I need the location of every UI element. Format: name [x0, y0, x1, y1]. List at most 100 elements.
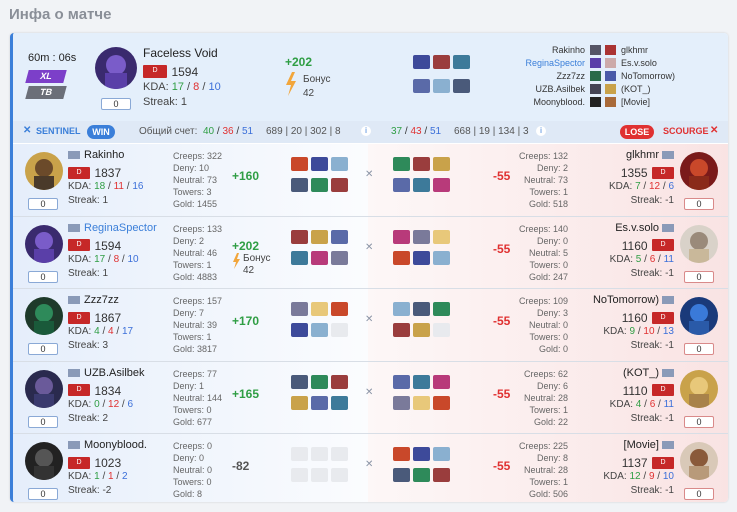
- item-icon: [291, 447, 308, 461]
- item-icon: [433, 250, 450, 265]
- sentinel-kda: KDA: 1 / 1 / 2: [68, 471, 128, 482]
- scourge-hero-portrait: [680, 224, 718, 263]
- scourge-streak: Streak: -1: [630, 412, 674, 424]
- item-icon: [331, 229, 348, 244]
- item-icon: [331, 323, 348, 337]
- scourge-player-name[interactable]: [Movie]: [573, 439, 659, 451]
- item-icon: [413, 157, 430, 171]
- sentinel-stats: Creeps: 133 Deny: 2 Neutral: 46 Towers: 1 Go…: [173, 223, 223, 282]
- item-icon: [393, 395, 410, 410]
- sentinel-zero-box: 0: [28, 343, 58, 355]
- scourge-zero-box: 0: [684, 488, 714, 500]
- flag-icon: D: [652, 311, 674, 324]
- badge-xl: XL: [25, 70, 67, 83]
- info-icon[interactable]: i: [361, 126, 371, 136]
- player-row: 0 ReginaSpector D 1594 KDA: 17 / 8 / 10 …: [13, 216, 728, 290]
- player-row: 0 Moonyblood. D 1023 KDA: 1 / 1 / 2 Stre…: [13, 434, 728, 502]
- sentinel-streak: Streak: 2: [68, 412, 109, 424]
- crossed-swords-icon: ✕: [365, 314, 374, 325]
- item-icon: [331, 157, 348, 171]
- scourge-zero-box: 0: [684, 198, 714, 210]
- item-icon: [413, 250, 430, 265]
- item-icon: [291, 157, 308, 171]
- scourge-items: [393, 302, 455, 342]
- item-icon: [291, 395, 308, 410]
- sentinel-kda: KDA: 4 / 4 / 17: [68, 326, 134, 337]
- country-flag-icon: [68, 368, 80, 377]
- flag-icon: D: [143, 65, 167, 79]
- item-icon: [393, 468, 410, 482]
- item-icon: [311, 229, 328, 244]
- item-icon: [433, 468, 450, 482]
- sentinel-zero-box: 0: [28, 488, 58, 500]
- country-flag-icon: [68, 441, 80, 449]
- sentinel-gain: +202: [232, 238, 260, 253]
- item-icon: [311, 157, 328, 171]
- scourge-player-name[interactable]: NoTomorrow): [573, 294, 659, 306]
- scourge-hero-portrait: [680, 442, 718, 480]
- sentinel-items: [291, 229, 353, 270]
- flag-icon: D: [68, 456, 90, 469]
- lose-badge: LOSE: [620, 125, 654, 139]
- scourge-items: [393, 229, 455, 270]
- score-label: Общий счет:: [139, 126, 198, 137]
- item-icon: [331, 250, 348, 265]
- item-icon: [413, 79, 430, 93]
- header-gain: +202: [285, 55, 313, 69]
- item-icon: [291, 178, 308, 192]
- sentinel-zero-box: 0: [28, 198, 58, 210]
- sentinel-streak: Streak: 1: [68, 195, 109, 206]
- item-icon: [331, 395, 348, 410]
- flag-icon: D: [652, 456, 674, 469]
- hero-mini-icon: [590, 97, 601, 107]
- item-icon: [393, 302, 410, 316]
- badge-tb: TB: [25, 86, 67, 99]
- scourge-player-name[interactable]: glkhmr: [573, 149, 659, 161]
- country-flag-icon: [68, 223, 80, 232]
- mini-player-row: ReginaSpector Es.v.solo: [525, 58, 657, 68]
- item-icon: [413, 229, 430, 244]
- scourge-kda: KDA: 5 / 6 / 11: [609, 253, 674, 265]
- sentinel-player-name[interactable]: Zzz7zz: [84, 294, 160, 306]
- item-icon: [433, 55, 450, 69]
- crossed-swords-icon: ✕: [365, 169, 374, 180]
- scourge-items: [393, 447, 455, 487]
- hero-mini-icon: [605, 84, 616, 94]
- sentinel-player-name[interactable]: UZB.Asilbek: [84, 367, 160, 379]
- crossed-swords-icon: ✕: [365, 241, 374, 253]
- country-flag-icon: [662, 296, 674, 304]
- item-icon: [393, 229, 410, 244]
- scourge-zero-box: 0: [684, 343, 714, 355]
- bolt-icon: [233, 252, 240, 269]
- sentinel-hero-portrait: [25, 369, 63, 408]
- mini-player-row: Zzz7zz NoTomorrow): [556, 71, 676, 81]
- scourge-stats: Creeps: 62 Deny: 6 Neutral: 28 Towers: 1 Gol…: [523, 368, 568, 427]
- item-icon: [413, 447, 430, 461]
- item-icon: [413, 374, 430, 389]
- hero-mini-icon: [605, 97, 616, 107]
- hero-mini-icon: [605, 58, 616, 68]
- item-icon: [291, 302, 308, 316]
- mini-player-row: Rakinho glkhmr: [551, 45, 649, 55]
- scourge-stats: Creeps: 109 Deny: 3 Neutral: 0 Towers: 0 Gol…: [518, 296, 568, 354]
- header-items: [413, 53, 493, 103]
- page-title: Инфа о матче: [9, 6, 112, 23]
- info-icon[interactable]: i: [536, 126, 546, 136]
- scourge-player-name[interactable]: Es.v.solo: [573, 222, 659, 234]
- sentinel-player-name[interactable]: Rakinho: [84, 149, 160, 161]
- scourge-other: 668 | 19 | 134 | 3: [454, 126, 529, 137]
- item-icon: [311, 447, 328, 461]
- player-row: 0 Zzz7zz D 1867 KDA: 4 / 4 / 17 Streak: …: [13, 289, 728, 362]
- sentinel-streak: Streak: 1: [68, 267, 109, 279]
- sentinel-player-name[interactable]: Moonyblood.: [84, 439, 160, 451]
- country-flag-icon: [662, 151, 674, 159]
- sentinel-player-name[interactable]: ReginaSpector: [84, 222, 160, 234]
- scourge-player-name[interactable]: (KOT_): [573, 367, 659, 379]
- item-icon: [311, 468, 328, 482]
- score-bar: ✕ SENTINEL WIN Общий счет: 40 / 36 / 51 …: [13, 121, 728, 143]
- item-icon: [311, 250, 328, 265]
- sentinel-kda: KDA: 0 / 12 / 6: [68, 398, 134, 410]
- scourge-stats: Creeps: 132 Deny: 2 Neutral: 73 Towers: 1 Go…: [518, 151, 568, 209]
- scourge-score: 37 / 43 / 51: [391, 126, 442, 137]
- scourge-items: [393, 374, 455, 415]
